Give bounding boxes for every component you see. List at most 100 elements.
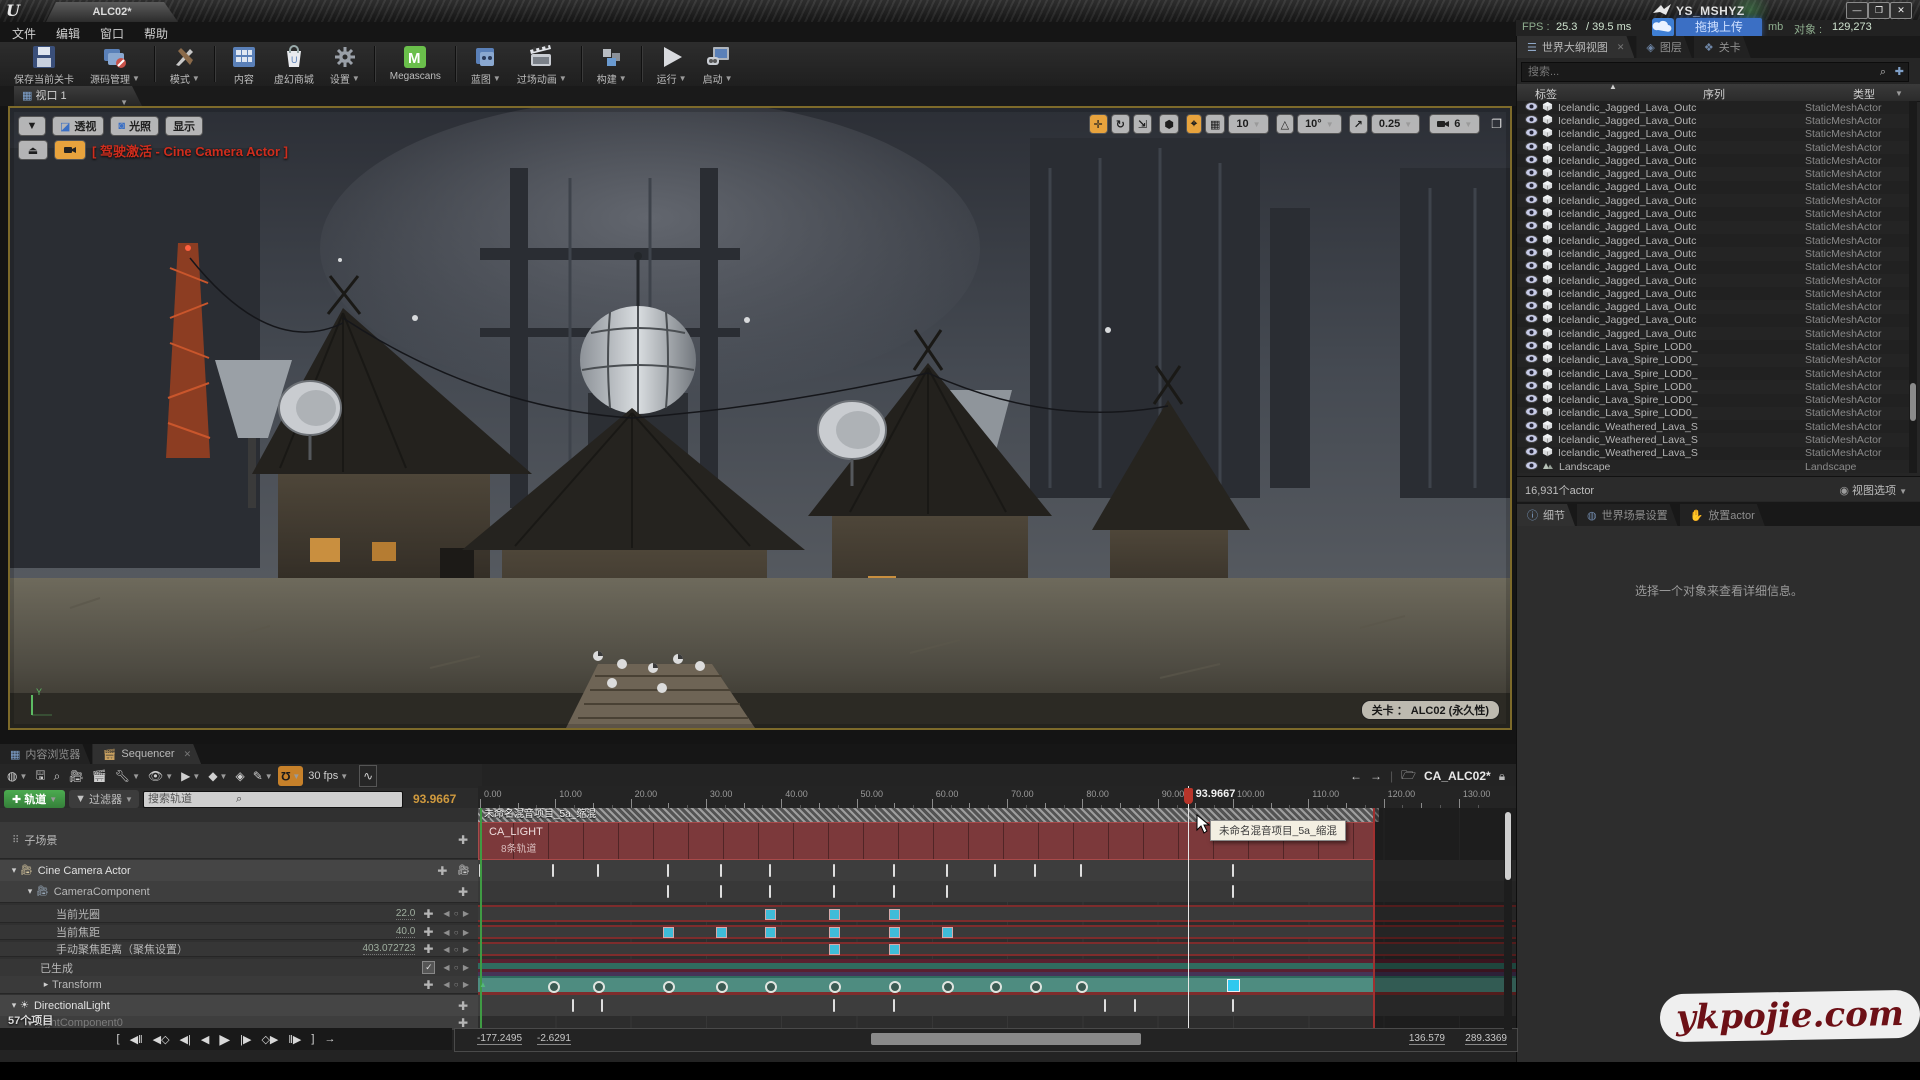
track-label[interactable]: CameraComponent bbox=[54, 886, 150, 898]
property-value[interactable]: 40.0 bbox=[396, 926, 415, 938]
scrollbar-thumb[interactable] bbox=[1910, 383, 1916, 421]
close-button[interactable]: ✕ bbox=[1890, 2, 1912, 19]
keyframe[interactable] bbox=[1080, 864, 1082, 877]
column-label[interactable]: 标签 bbox=[1535, 86, 1557, 102]
toolbar-button-modes[interactable]: 模式▼ bbox=[162, 42, 208, 86]
keyframe[interactable] bbox=[769, 885, 771, 898]
actor-label[interactable]: Icelandic_Lava_Spire_LOD0_ bbox=[1558, 394, 1778, 406]
clap-button[interactable]: 🎬︎ bbox=[89, 766, 110, 786]
move-tool-button[interactable]: ✛ bbox=[1089, 114, 1108, 134]
outliner-row[interactable]: Icelandic_Jagged_Lava_OutcStaticMeshActo… bbox=[1517, 261, 1915, 274]
actor-label[interactable]: Icelandic_Jagged_Lava_Outc bbox=[1558, 235, 1778, 247]
outliner-row[interactable]: Icelandic_Jagged_Lava_OutcStaticMeshActo… bbox=[1517, 287, 1915, 300]
globe-button[interactable]: ◍▼ bbox=[4, 766, 30, 786]
track-row-4[interactable]: 当前焦距40.0✚◀ ○ ▶ bbox=[0, 925, 478, 940]
visibility-eye-icon[interactable] bbox=[1525, 328, 1538, 340]
property-value[interactable]: 22.0 bbox=[396, 908, 415, 920]
expander-icon[interactable]: ▾ bbox=[24, 886, 36, 897]
visibility-eye-icon[interactable] bbox=[1525, 102, 1538, 114]
grid-snap-button[interactable]: ▦ bbox=[1205, 114, 1225, 134]
expander-icon[interactable]: ▸ bbox=[40, 979, 52, 990]
keyframe[interactable] bbox=[572, 999, 574, 1012]
property-value[interactable]: 403.072723 bbox=[363, 943, 416, 955]
visibility-eye-icon[interactable] bbox=[1525, 195, 1538, 207]
track-label[interactable]: DirectionalLight bbox=[34, 1000, 110, 1012]
forward-arrow-icon[interactable]: → bbox=[1370, 769, 1382, 783]
keyframe[interactable] bbox=[601, 999, 603, 1012]
track-label[interactable]: 子场景 bbox=[24, 832, 57, 848]
rotation-snap-value[interactable]: 10°▼ bbox=[1297, 114, 1342, 134]
track-row-6[interactable]: 已生成✓◀ ○ ▶ bbox=[0, 959, 478, 977]
actor-label[interactable]: Icelandic_Lava_Spire_LOD0_ bbox=[1558, 381, 1778, 393]
outliner-row[interactable]: Icelandic_Jagged_Lava_OutcStaticMeshActo… bbox=[1517, 327, 1915, 340]
range-start-value[interactable]: -177.2495 bbox=[477, 1033, 522, 1045]
visibility-eye-icon[interactable] bbox=[1525, 181, 1538, 193]
visibility-eye-icon[interactable] bbox=[1525, 407, 1538, 419]
transport-button-1[interactable]: ◀‖ bbox=[130, 1033, 143, 1046]
keyplus-button[interactable]: ◈ bbox=[232, 766, 247, 786]
visibility-eye-icon[interactable] bbox=[1525, 381, 1538, 393]
actor-label[interactable]: Icelandic_Jagged_Lava_Outc bbox=[1558, 155, 1778, 167]
toolbar-button-marketplace[interactable]: U虚幻商城 bbox=[266, 42, 322, 86]
horizontal-scrollbar-thumb[interactable] bbox=[871, 1033, 1141, 1045]
toolbar-button-build[interactable]: 构建▼ bbox=[589, 42, 635, 86]
actor-label[interactable]: Icelandic_Weathered_Lava_S bbox=[1558, 421, 1778, 433]
menu-edit[interactable]: 编辑 bbox=[56, 25, 80, 42]
track-label[interactable]: 已生成 bbox=[40, 960, 73, 976]
add-section-button[interactable]: ✚ bbox=[437, 864, 447, 878]
visibility-eye-icon[interactable] bbox=[1525, 447, 1538, 459]
toolbar-button-cinematics[interactable]: 过场动画▼ bbox=[509, 42, 575, 86]
keyframe[interactable] bbox=[942, 927, 953, 938]
keyframe[interactable] bbox=[667, 864, 669, 877]
keyframe[interactable] bbox=[833, 999, 835, 1012]
maximize-viewport-button[interactable]: ❐ bbox=[1491, 117, 1502, 131]
find-button[interactable]: ⌕ bbox=[51, 766, 64, 786]
visibility-eye-icon[interactable] bbox=[1525, 434, 1538, 446]
cam-button[interactable]: 🎥︎ bbox=[65, 766, 86, 786]
keyframe[interactable] bbox=[829, 944, 840, 955]
transport-button-0[interactable]: [ bbox=[117, 1033, 120, 1045]
sequencer-scrollbar[interactable] bbox=[1504, 808, 1512, 1030]
actor-label[interactable]: Icelandic_Jagged_Lava_Outc bbox=[1558, 275, 1778, 287]
timeline-range-bar[interactable]: -177.2495 -2.6291 136.579 289.3369 bbox=[454, 1028, 1518, 1052]
actor-label[interactable]: Icelandic_Jagged_Lava_Outc bbox=[1558, 248, 1778, 260]
keyframe[interactable] bbox=[946, 864, 948, 877]
keyframe[interactable] bbox=[893, 999, 895, 1012]
eye-button[interactable]: 👁︎▼ bbox=[145, 766, 176, 786]
toolbar-button-source[interactable]: 源码管理▼ bbox=[82, 42, 148, 86]
toolbar-button-playbig[interactable]: 运行▼ bbox=[649, 42, 695, 86]
keyframe[interactable] bbox=[889, 909, 900, 920]
scrollbar-thumb[interactable] bbox=[1505, 812, 1511, 880]
scale-snap-value[interactable]: 0.25▼ bbox=[1371, 114, 1420, 134]
visibility-eye-icon[interactable] bbox=[1525, 394, 1538, 406]
tab-layers[interactable]: ◈ 图层 bbox=[1636, 36, 1691, 58]
menu-help[interactable]: 帮助 bbox=[144, 25, 168, 42]
outliner-row[interactable]: Icelandic_Jagged_Lava_OutcStaticMeshActo… bbox=[1517, 314, 1915, 327]
visibility-eye-icon[interactable] bbox=[1525, 421, 1538, 433]
keyframe[interactable] bbox=[833, 864, 835, 877]
close-icon[interactable]: ✕ bbox=[1617, 42, 1625, 53]
transport-button-7[interactable]: ◇▶ bbox=[261, 1033, 278, 1046]
keyframe[interactable] bbox=[765, 909, 776, 920]
visibility-eye-icon[interactable] bbox=[1525, 461, 1538, 473]
keyframe[interactable] bbox=[946, 885, 948, 898]
keyframe[interactable] bbox=[1076, 981, 1088, 993]
outliner-row[interactable]: Icelandic_Jagged_Lava_OutcStaticMeshActo… bbox=[1517, 207, 1915, 220]
outliner-row[interactable]: Icelandic_Jagged_Lava_OutcStaticMeshActo… bbox=[1517, 181, 1915, 194]
add-section-button[interactable]: ✚ bbox=[458, 885, 468, 899]
keyframe[interactable] bbox=[990, 981, 1002, 993]
transport-button-8[interactable]: ‖▶ bbox=[288, 1033, 301, 1046]
track-row-7[interactable]: ▸Transform✚◀ ○ ▶ bbox=[0, 976, 478, 994]
outliner-row[interactable]: Icelandic_Weathered_Lava_SStaticMeshActo… bbox=[1517, 447, 1915, 460]
visibility-eye-icon[interactable] bbox=[1525, 341, 1538, 353]
actor-label[interactable]: Icelandic_Jagged_Lava_Outc bbox=[1558, 168, 1778, 180]
toolbar-button-settings[interactable]: 设置▼ bbox=[322, 42, 368, 86]
viewport-tab[interactable]: ▦ 视口 1 ▼ bbox=[14, 86, 142, 106]
title-bar[interactable]: U ALC02* YS_MSHYZ — ❐ ✕ bbox=[0, 0, 1920, 22]
key-navigation[interactable]: ◀ ○ ▶ bbox=[443, 945, 470, 954]
expander-icon[interactable]: ▾ bbox=[8, 865, 20, 876]
add-section-button[interactable]: ✚ bbox=[458, 999, 468, 1013]
visibility-eye-icon[interactable] bbox=[1525, 235, 1538, 247]
toolbar-button-content[interactable]: 内容 bbox=[222, 42, 266, 86]
pencil-button[interactable]: ✎▼ bbox=[250, 766, 276, 786]
